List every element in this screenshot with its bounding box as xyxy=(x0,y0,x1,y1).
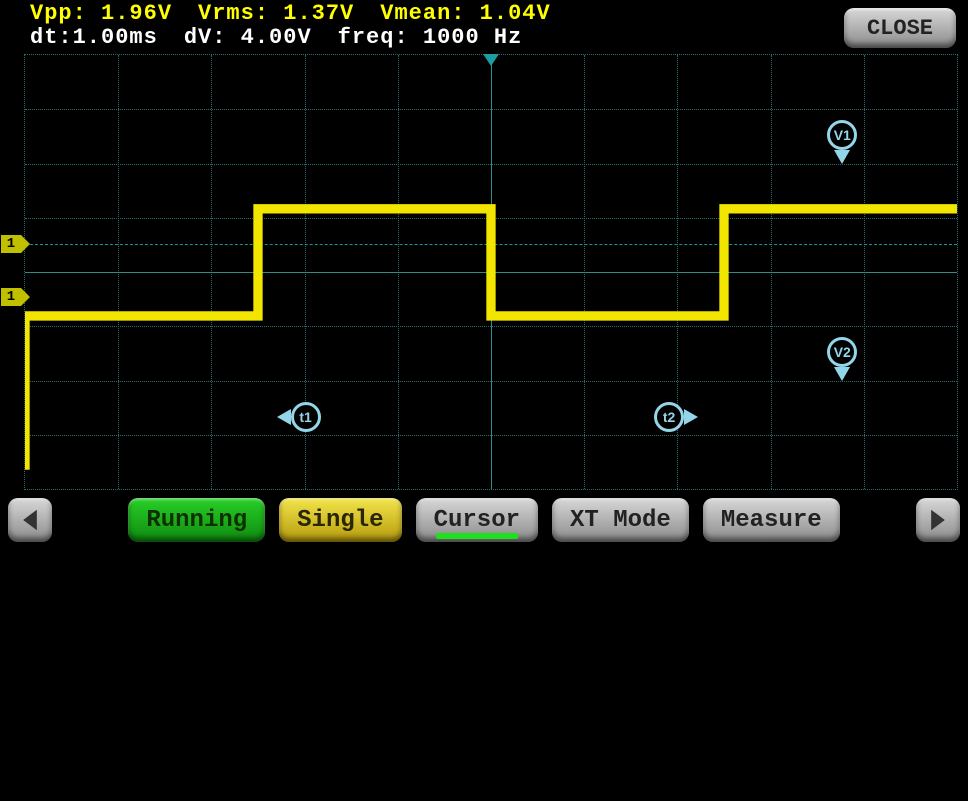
readout-vpp: Vpp: 1.96V xyxy=(30,2,172,26)
close-button-label: CLOSE xyxy=(867,16,933,41)
ch1-ground-flag-b[interactable]: 1 xyxy=(1,288,21,306)
arrow-down-icon xyxy=(834,150,850,164)
v2-cursor-label: V2 xyxy=(834,344,851,360)
t1-cursor-label: t1 xyxy=(299,409,311,425)
arrow-left-icon xyxy=(277,409,291,425)
v1-cursor-label: V1 xyxy=(834,127,851,143)
ch1-ground-flag-label: 1 xyxy=(7,236,15,252)
arrow-down-icon xyxy=(834,367,850,381)
t2-cursor-label: t2 xyxy=(663,409,675,425)
readout-freq: freq: 1000 Hz xyxy=(338,26,523,50)
scope-graticule[interactable]: 1 1 V1 V2 t1 t2 xyxy=(24,54,958,490)
arrow-right-icon xyxy=(684,409,698,425)
ch1-ground-flag-b-label: 1 xyxy=(7,289,15,305)
t1-cursor-badge[interactable]: t1 xyxy=(291,402,321,432)
readout-dt: dt:1.00ms xyxy=(30,26,158,50)
waveform-trace xyxy=(25,55,957,801)
close-button[interactable]: CLOSE xyxy=(844,8,956,48)
readout-vmean: Vmean: 1.04V xyxy=(380,2,550,26)
readout-dv: dV: 4.00V xyxy=(184,26,312,50)
trigger-marker-icon xyxy=(483,54,499,66)
readout-panel: Vpp: 1.96V Vrms: 1.37V Vmean: 1.04V dt:1… xyxy=(30,2,958,52)
ch1-ground-flag[interactable]: 1 xyxy=(1,235,21,253)
readout-vrms: Vrms: 1.37V xyxy=(198,2,354,26)
